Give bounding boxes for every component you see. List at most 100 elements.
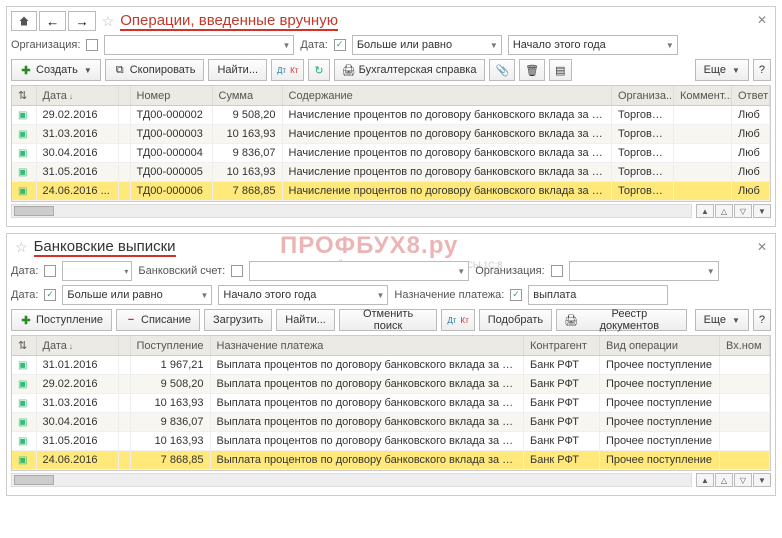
minus-icon: − (125, 314, 137, 326)
col-purpose[interactable]: Назначение платежа (210, 336, 524, 356)
bank-checkbox[interactable] (231, 265, 243, 277)
scroll-up-button[interactable]: △ (715, 204, 733, 218)
favorite-icon[interactable]: ☆ (102, 13, 115, 30)
date-checkbox[interactable] (334, 39, 346, 51)
forward-button[interactable]: → (68, 11, 95, 31)
col-agent[interactable]: Контрагент (524, 336, 600, 356)
date-label: Дата: (300, 39, 327, 51)
org-combo[interactable]: ▼ (569, 261, 719, 281)
org-label: Организация: (11, 39, 80, 51)
operations-table[interactable]: ⇅ Дата↓ Номер Сумма Содержание Организа.… (11, 85, 771, 202)
table-row[interactable]: ▣31.03.201610 163,93Выплата процентов по… (12, 394, 770, 413)
table-row[interactable]: ▣31.05.201610 163,93Выплата процентов по… (12, 432, 770, 451)
more-button[interactable]: Еще▼ (695, 309, 749, 331)
col-desc[interactable]: Содержание (282, 86, 612, 106)
table-row[interactable]: ▣24.06.2016 ...ТД00-0000067 868,85Начисл… (12, 182, 770, 201)
doc-icon: ▣ (18, 417, 27, 428)
col-comment[interactable]: Коммент... (674, 86, 732, 106)
help-button[interactable]: ? (753, 309, 771, 331)
copy-button[interactable]: ⧉Скопировать (105, 59, 205, 81)
bank-label: Банковский счет: (138, 265, 225, 277)
purpose-checkbox[interactable] (510, 289, 522, 301)
statements-table[interactable]: ⇅ Дата↓ Поступление Назначение платежа К… (11, 335, 771, 471)
h-scrollbar[interactable] (11, 473, 692, 487)
scroll-down-button[interactable]: ▽ (734, 473, 752, 487)
close-icon[interactable]: ✕ (757, 240, 767, 254)
panel-manual-operations: ✕ ← → ☆ Операции, введенные вручную Орга… (6, 6, 776, 227)
more-button[interactable]: Еще▼ (695, 59, 749, 81)
table-row[interactable]: ▣31.01.20161 967,21Выплата процентов по … (12, 356, 770, 375)
scroll-bottom-button[interactable]: ▼ (753, 473, 771, 487)
date-val-combo[interactable]: Начало этого года▼ (508, 35, 678, 55)
print-icon: 🖨 (343, 64, 355, 76)
create-button[interactable]: ✚Создать▼ (11, 59, 101, 81)
select-button[interactable]: Подобрать (479, 309, 552, 331)
col-date[interactable]: Дата↓ (36, 86, 118, 106)
doc-icon: ▣ (18, 148, 27, 159)
date-op-combo[interactable]: Больше или равно▼ (352, 35, 502, 55)
income-button[interactable]: ✚Поступление (11, 309, 112, 331)
date2-checkbox[interactable] (44, 289, 56, 301)
table-row[interactable]: ▣30.04.2016ТД00-0000049 836,07Начисление… (12, 144, 770, 163)
date-op-combo[interactable]: Больше или равно▼ (62, 285, 212, 305)
doc-icon: ▣ (18, 186, 27, 197)
cancel-find-button[interactable]: Отменить поиск (339, 309, 438, 331)
table-row[interactable]: ▣24.06.20167 868,85Выплата процентов по … (12, 451, 770, 470)
scroll-top-button[interactable]: ▲ (696, 473, 714, 487)
refresh-button[interactable]: ↻ (308, 59, 329, 81)
find-button[interactable]: Найти... (208, 59, 267, 81)
registry-button[interactable]: 🖨Реестр документов (556, 309, 686, 331)
col-date[interactable]: Дата↓ (36, 336, 118, 356)
close-icon[interactable]: ✕ (757, 13, 767, 27)
expense-button[interactable]: −Списание (116, 309, 200, 331)
col-innum[interactable]: Вх.ном (720, 336, 770, 356)
col-org[interactable]: Организа... (612, 86, 674, 106)
date-val-combo[interactable]: Начало этого года▼ (218, 285, 388, 305)
props-button[interactable]: ▤ (549, 59, 571, 81)
doc-icon: ▣ (18, 398, 27, 409)
favorite-icon[interactable]: ☆ (15, 239, 28, 256)
delete-button[interactable]: 🗑 (519, 59, 545, 81)
date-checkbox[interactable] (44, 265, 56, 277)
table-row[interactable]: ▣31.03.2016ТД00-00000310 163,93Начислени… (12, 125, 770, 144)
doc-icon: ▣ (18, 129, 27, 140)
col-op-type[interactable]: Вид операции (600, 336, 720, 356)
scroll-bottom-button[interactable]: ▼ (753, 204, 771, 218)
table-row[interactable]: ▣31.05.2016ТД00-00000510 163,93Начислени… (12, 163, 770, 182)
find-button[interactable]: Найти... (276, 309, 335, 331)
home-button[interactable] (11, 11, 37, 31)
table-row[interactable]: ▣29.02.20169 508,20Выплата процентов по … (12, 375, 770, 394)
print-icon: 🖨 (565, 314, 577, 326)
table-row[interactable]: ▣30.04.20169 836,07Выплата процентов по … (12, 413, 770, 432)
col-income[interactable]: Поступление (130, 336, 210, 356)
plus-icon: ✚ (20, 314, 32, 326)
h-scrollbar[interactable] (11, 204, 692, 218)
load-button[interactable]: Загрузить (204, 309, 272, 331)
date-combo[interactable]: ▾ (62, 261, 132, 281)
doc-icon: ▣ (18, 360, 27, 371)
bank-combo[interactable]: ▼ (249, 261, 469, 281)
col-sum[interactable]: Сумма (212, 86, 282, 106)
purpose-combo[interactable]: выплата (528, 285, 668, 305)
org-checkbox[interactable] (86, 39, 98, 51)
table-row[interactable]: ▣29.02.2016ТД00-0000029 508,20Начисление… (12, 106, 770, 125)
col-number[interactable]: Номер (130, 86, 212, 106)
org-label: Организация: (475, 265, 544, 277)
panel-bank-statements: ✕ ☆ Банковские выписки Дата: ▾ Банковски… (6, 233, 776, 496)
dt-kt-button[interactable]: ДтКт (441, 309, 474, 331)
back-button[interactable]: ← (39, 11, 66, 31)
col-icon[interactable]: ⇅ (12, 86, 36, 106)
date-label: Дата: (11, 265, 38, 277)
panel-title: Операции, введенные вручную (120, 12, 338, 30)
scroll-down-button[interactable]: ▽ (734, 204, 752, 218)
org-combo[interactable]: ▼ (104, 35, 294, 55)
dt-kt-button[interactable]: ДтКт (271, 59, 304, 81)
acc-ref-button[interactable]: 🖨Бухгалтерская справка (334, 59, 486, 81)
scroll-top-button[interactable]: ▲ (696, 204, 714, 218)
help-button[interactable]: ? (753, 59, 771, 81)
col-icon[interactable]: ⇅ (12, 336, 36, 356)
col-resp[interactable]: Ответ (732, 86, 770, 106)
attach-button[interactable]: 📎 (489, 59, 515, 81)
org-checkbox[interactable] (551, 265, 563, 277)
scroll-up-button[interactable]: △ (715, 473, 733, 487)
